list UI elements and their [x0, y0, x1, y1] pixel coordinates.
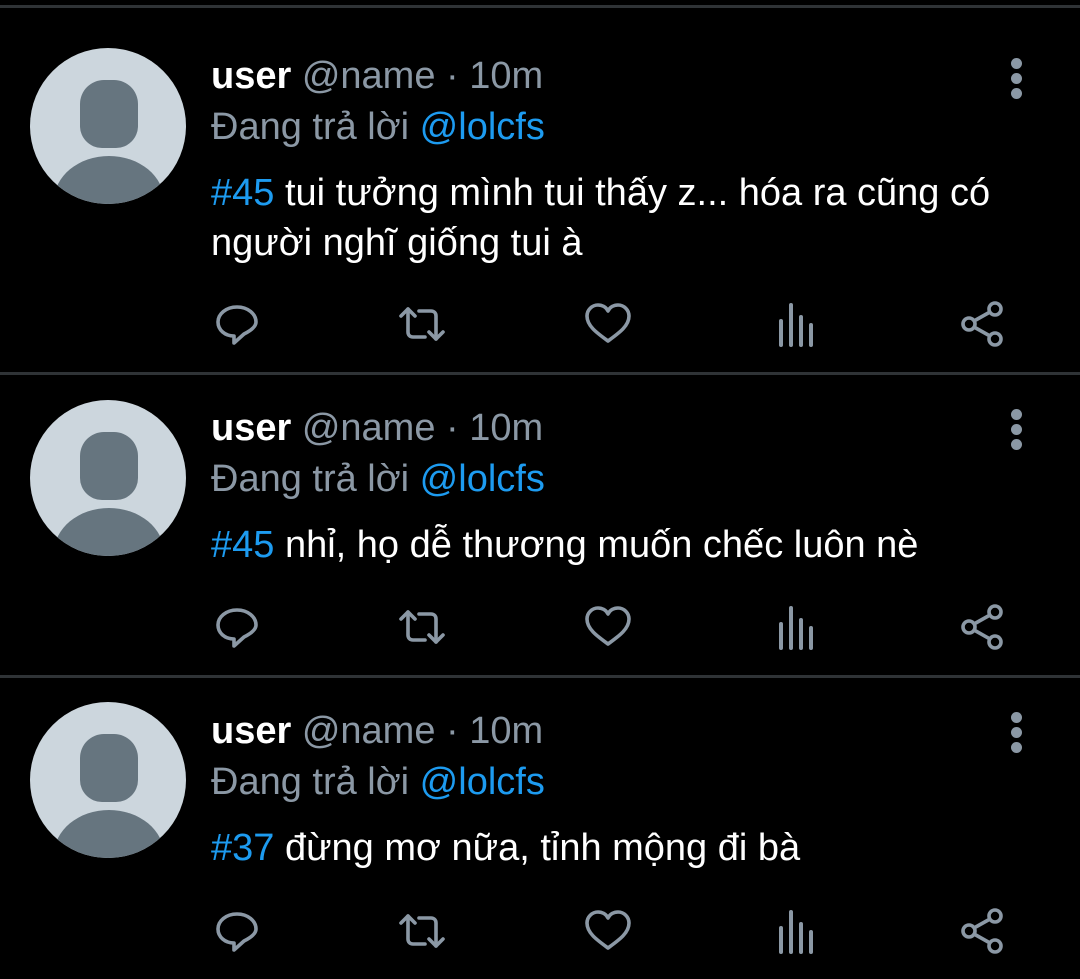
- tweet-actions: [0, 299, 1080, 349]
- more-options-button[interactable]: [1000, 712, 1032, 760]
- retweet-button[interactable]: [397, 602, 447, 652]
- timestamp[interactable]: 10m: [469, 710, 543, 752]
- share-button[interactable]: [957, 299, 1007, 349]
- retweet-icon: [399, 914, 445, 948]
- reply-button[interactable]: [212, 602, 262, 652]
- hashtag[interactable]: #37: [211, 827, 274, 869]
- tweet-item[interactable]: user @name · 10m Đang trả lời @lolcfs #3…: [0, 678, 1080, 979]
- tweet-header: user @name · 10m: [211, 406, 543, 450]
- more-vertical-icon: [1010, 58, 1022, 69]
- username[interactable]: user: [211, 407, 291, 449]
- reply-icon: [216, 305, 258, 345]
- reply-mention[interactable]: @lolcfs: [420, 761, 545, 803]
- more-options-button[interactable]: [1000, 409, 1032, 457]
- tweet-text: #37 đừng mơ nữa, tỉnh mộng đi bà: [211, 823, 1031, 873]
- timestamp[interactable]: 10m: [469, 55, 543, 97]
- analytics-button[interactable]: [771, 602, 821, 652]
- share-icon: [961, 301, 1003, 347]
- hashtag[interactable]: #45: [211, 172, 274, 214]
- reply-icon: [216, 912, 258, 952]
- analytics-button[interactable]: [771, 299, 821, 349]
- separator: ·: [446, 55, 459, 97]
- retweet-button[interactable]: [397, 299, 447, 349]
- analytics-button[interactable]: [771, 906, 821, 956]
- handle[interactable]: @name: [302, 55, 436, 97]
- more-vertical-icon: [1010, 409, 1022, 420]
- reply-button[interactable]: [212, 299, 262, 349]
- tweet-text: #45 nhỉ, họ dễ thương muốn chếc luôn nè: [211, 520, 1031, 570]
- reply-prefix: Đang trả lời: [211, 458, 410, 500]
- reply-icon: [216, 608, 258, 648]
- reply-context: Đang trả lời @lolcfs: [211, 760, 545, 804]
- avatar[interactable]: [30, 702, 186, 858]
- reply-button[interactable]: [212, 906, 262, 956]
- like-button[interactable]: [583, 906, 633, 956]
- retweet-button[interactable]: [397, 906, 447, 956]
- like-heart-icon: [585, 303, 631, 343]
- default-avatar-icon: [80, 432, 138, 500]
- reply-prefix: Đang trả lời: [211, 106, 410, 148]
- reply-prefix: Đang trả lời: [211, 761, 410, 803]
- tweet-feed: user @name · 10m Đang trả lời @lolcfs #4…: [0, 0, 1080, 979]
- tweet-actions: [0, 602, 1080, 652]
- separator: ·: [446, 407, 459, 449]
- reply-mention[interactable]: @lolcfs: [420, 458, 545, 500]
- share-button[interactable]: [957, 906, 1007, 956]
- like-button[interactable]: [583, 602, 633, 652]
- tweet-body: nhỉ, họ dễ thương muốn chếc luôn nè: [274, 524, 919, 566]
- tweet-text: #45 tui tưởng mình tui thấy z... hóa ra …: [211, 168, 1031, 268]
- username[interactable]: user: [211, 55, 291, 97]
- tweet-item[interactable]: user @name · 10m Đang trả lời @lolcfs #4…: [0, 375, 1080, 678]
- share-button[interactable]: [957, 602, 1007, 652]
- retweet-icon: [399, 610, 445, 644]
- tweet-body: tui tưởng mình tui thấy z... hóa ra cũng…: [211, 172, 991, 264]
- avatar[interactable]: [30, 48, 186, 204]
- analytics-icon: [779, 910, 813, 954]
- timestamp[interactable]: 10m: [469, 407, 543, 449]
- like-button[interactable]: [583, 299, 633, 349]
- separator: ·: [446, 710, 459, 752]
- tweet-body: đừng mơ nữa, tỉnh mộng đi bà: [274, 827, 801, 869]
- reply-context: Đang trả lời @lolcfs: [211, 457, 545, 501]
- tweet-actions: [0, 906, 1080, 956]
- reply-mention[interactable]: @lolcfs: [420, 106, 545, 148]
- more-vertical-icon: [1010, 712, 1022, 723]
- handle[interactable]: @name: [302, 407, 436, 449]
- share-icon: [961, 908, 1003, 954]
- tweet-header: user @name · 10m: [211, 54, 543, 98]
- retweet-icon: [399, 307, 445, 341]
- default-avatar-icon: [80, 80, 138, 148]
- avatar[interactable]: [30, 400, 186, 556]
- like-heart-icon: [585, 606, 631, 646]
- tweet-header: user @name · 10m: [211, 709, 543, 753]
- like-heart-icon: [585, 910, 631, 950]
- analytics-icon: [779, 303, 813, 347]
- hashtag[interactable]: #45: [211, 524, 274, 566]
- more-options-button[interactable]: [1000, 58, 1032, 106]
- username[interactable]: user: [211, 710, 291, 752]
- analytics-icon: [779, 606, 813, 650]
- tweet-item[interactable]: user @name · 10m Đang trả lời @lolcfs #4…: [0, 8, 1080, 375]
- share-icon: [961, 604, 1003, 650]
- reply-context: Đang trả lời @lolcfs: [211, 105, 545, 149]
- handle[interactable]: @name: [302, 710, 436, 752]
- default-avatar-icon: [80, 734, 138, 802]
